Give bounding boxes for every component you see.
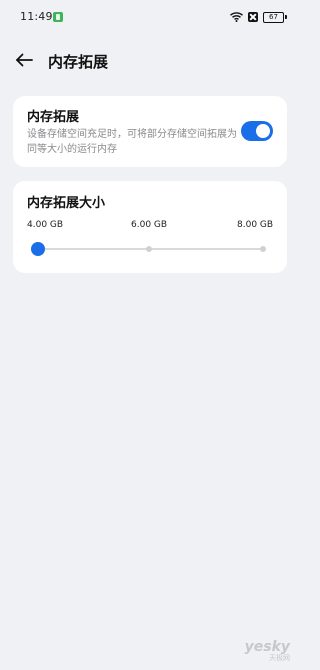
page-title: 内存拓展 — [48, 53, 109, 71]
slider-step-dot[interactable] — [260, 246, 266, 252]
memory-extension-description: 设备存储空间充足时，可将部分存储空间拓展为同等大小的运行内存 — [27, 129, 237, 155]
memory-size-card: 内存拓展大小 4.00 GB 6.00 GB 8.00 GB — [13, 181, 287, 273]
slider-step-dot[interactable] — [146, 246, 152, 252]
sim-icon — [248, 12, 258, 22]
status-time: 11:49 — [20, 10, 53, 23]
size-option-label: 4.00 GB — [27, 220, 64, 230]
memory-extension-toggle[interactable] — [241, 121, 273, 141]
size-option-label: 6.00 GB — [131, 220, 168, 230]
arrow-left-icon — [16, 53, 33, 67]
status-icons: 67 — [230, 10, 287, 24]
wifi-icon — [230, 12, 243, 22]
top-bar: 内存拓展 — [0, 42, 300, 78]
watermark-text: yesky — [244, 639, 290, 655]
status-bar: 11:49 67 — [0, 0, 300, 34]
watermark-subtext: 天极网 — [269, 654, 290, 662]
memory-size-title: 内存拓展大小 — [27, 196, 106, 211]
app-notification-icon — [53, 12, 63, 22]
memory-extension-title: 内存拓展 — [27, 110, 80, 125]
toggle-knob — [256, 124, 270, 138]
size-option-label: 8.00 GB — [237, 220, 274, 230]
memory-extension-card: 内存拓展 设备存储空间充足时，可将部分存储空间拓展为同等大小的运行内存 — [13, 96, 287, 167]
back-button[interactable] — [12, 48, 36, 72]
memory-size-slider[interactable] — [31, 242, 266, 256]
slider-thumb[interactable] — [31, 242, 45, 256]
battery-icon: 67 — [263, 11, 287, 23]
watermark-logo: yesky 天极网 — [245, 640, 290, 662]
battery-level: 67 — [263, 11, 284, 23]
